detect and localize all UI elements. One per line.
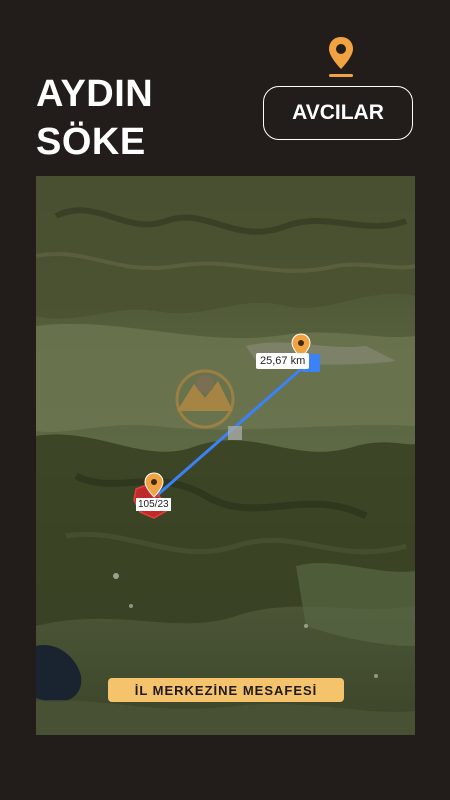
map-terrain — [36, 176, 415, 735]
map-pin-icon — [329, 37, 353, 77]
neighborhood-button[interactable]: AVCILAR — [263, 86, 413, 140]
distance-caption: İL MERKEZİNE MESAFESİ — [108, 678, 344, 702]
province-name: AYDIN — [36, 73, 154, 115]
parcel-number-label: 105/23 — [136, 498, 171, 511]
satellite-map[interactable]: 25,67 km 105/23 İL MERKEZİNE MESAFESİ — [36, 176, 415, 735]
distance-label: 25,67 km — [256, 353, 310, 369]
location-title: AYDIN SÖKE — [36, 70, 153, 166]
district-name: SÖKE — [36, 121, 146, 163]
